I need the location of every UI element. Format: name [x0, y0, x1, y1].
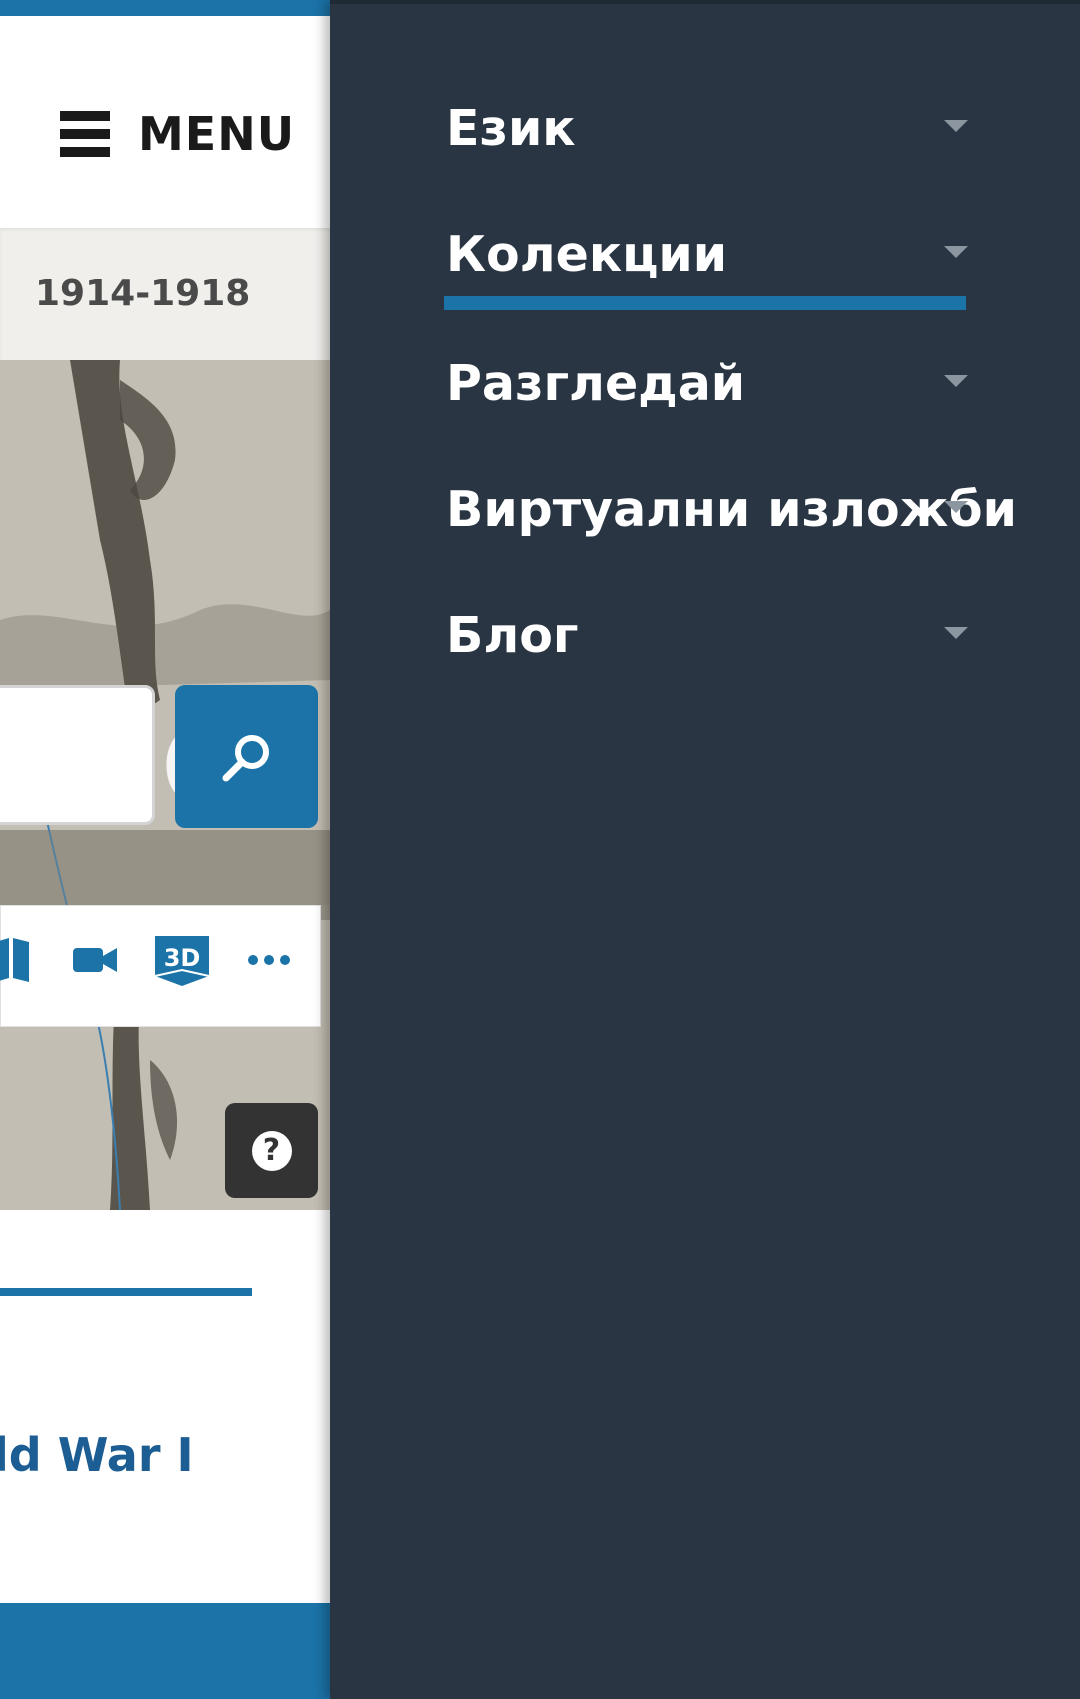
hero-image: e	[0, 360, 330, 1210]
more-icon[interactable]	[247, 936, 291, 984]
site-header: MENU	[0, 16, 330, 228]
nav-item-label: Блог	[446, 607, 579, 664]
chevron-down-icon	[944, 375, 968, 387]
nav-item-label: Език	[446, 100, 576, 157]
nav-item-explore[interactable]: Разгледай	[446, 347, 968, 427]
hamburger-icon	[60, 109, 110, 159]
nav-item-label: Колекции	[446, 226, 728, 283]
book-icon[interactable]	[0, 936, 35, 984]
chevron-down-icon	[944, 246, 968, 258]
active-item-underline	[444, 296, 966, 310]
3d-icon[interactable]: 3D	[151, 930, 213, 992]
svg-text:3D: 3D	[164, 944, 201, 972]
top-accent-strip	[0, 0, 330, 16]
media-type-bar: 3D	[0, 905, 321, 1027]
menu-label: MENU	[138, 107, 296, 161]
chevron-down-icon	[944, 120, 968, 132]
help-button[interactable]: ?	[225, 1103, 318, 1198]
chevron-down-icon	[944, 627, 968, 639]
content-section: ld War I	[0, 1210, 330, 1603]
nav-item-blog[interactable]: Блог	[446, 599, 968, 679]
menu-button[interactable]: MENU	[60, 106, 295, 162]
search-icon	[222, 734, 269, 781]
nav-item-language[interactable]: Език	[446, 92, 968, 172]
video-camera-icon[interactable]	[73, 936, 119, 984]
article-title[interactable]: ld War I	[0, 1428, 194, 1482]
drawer-top-edge	[330, 0, 1080, 4]
chevron-down-icon	[944, 501, 968, 513]
nav-item-virtual-exhibitions[interactable]: Виртуални изложби	[446, 473, 1017, 553]
help-icon: ?	[251, 1130, 292, 1171]
search-button[interactable]	[175, 685, 318, 828]
breadcrumb-item[interactable]: 1914-1918	[35, 273, 250, 314]
breadcrumb: 1914-1918	[0, 228, 330, 360]
nav-item-label: Разгледай	[446, 355, 746, 412]
nav-item-collections[interactable]: Колекции	[446, 218, 968, 298]
footer-bar	[0, 1603, 330, 1699]
page-content: MENU 1914-1918 e	[0, 0, 330, 1699]
search-input[interactable]	[0, 685, 155, 825]
nav-item-label: Виртуални изложби	[446, 481, 1017, 538]
tab-underline	[0, 1288, 252, 1296]
navigation-drawer: Език Колекции Разгледай Виртуални изложб…	[330, 0, 1080, 1699]
